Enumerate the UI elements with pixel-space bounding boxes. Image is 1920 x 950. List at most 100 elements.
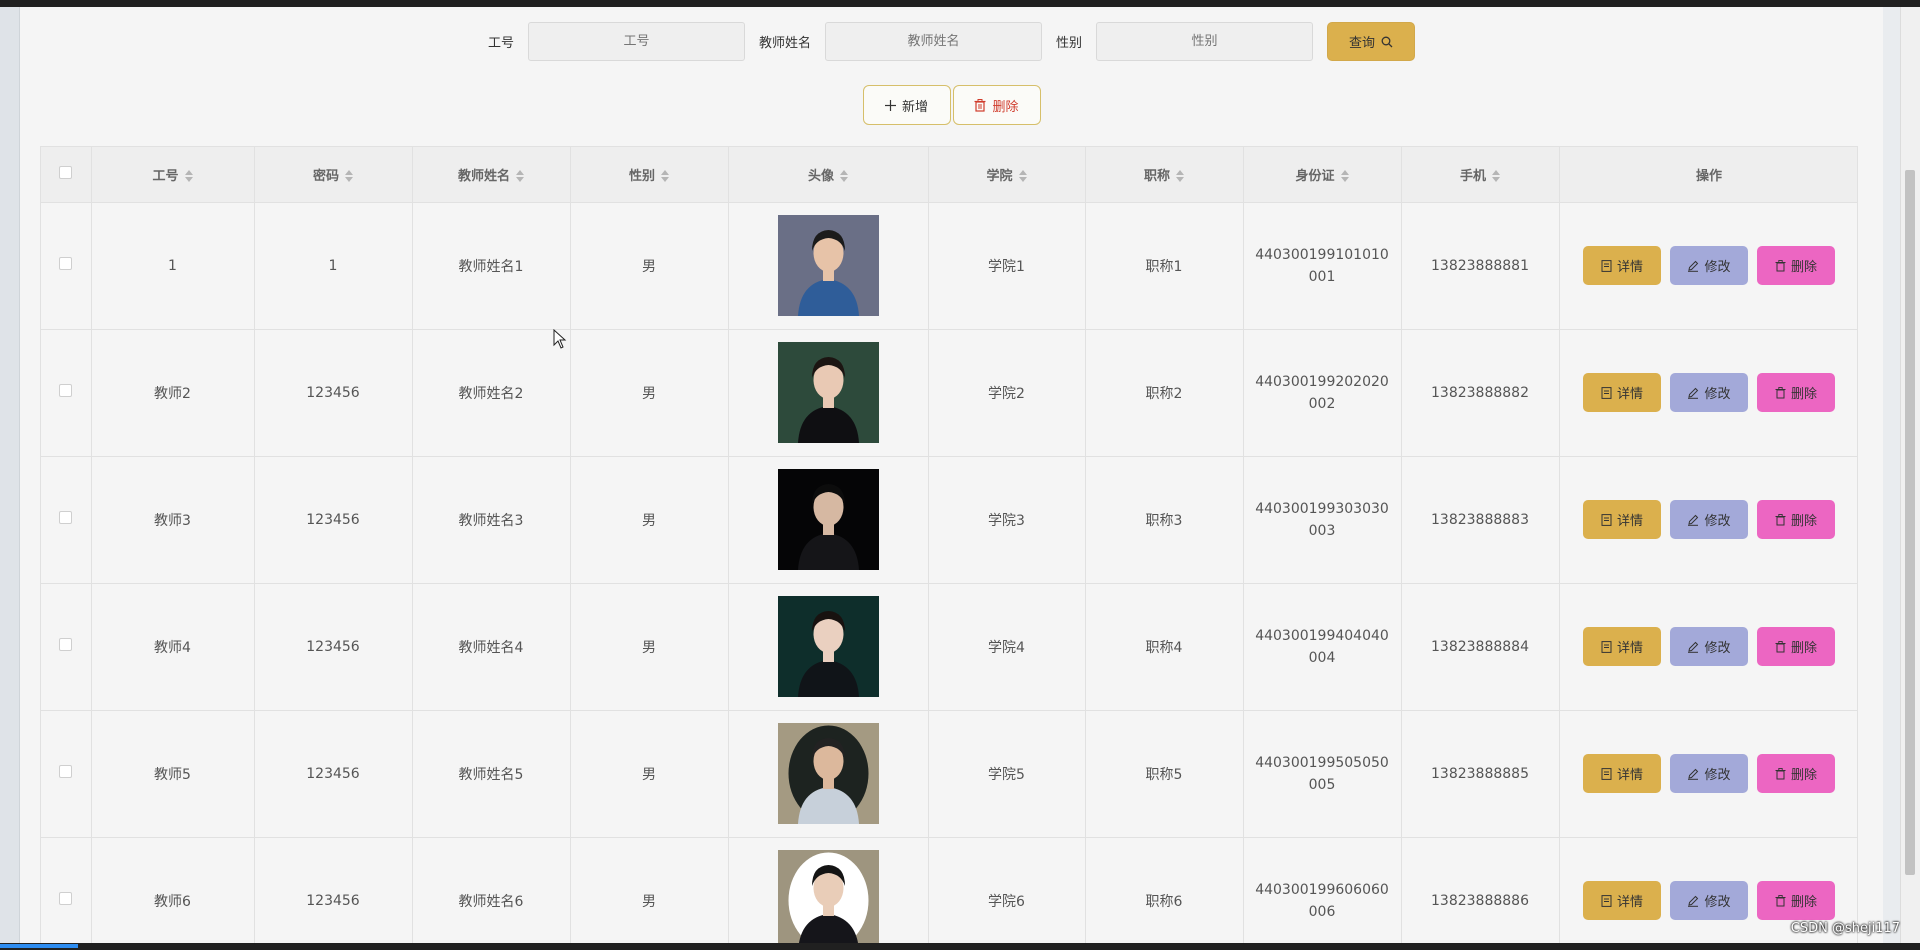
avatar[interactable]	[777, 596, 879, 697]
header-phone[interactable]: 手机	[1401, 147, 1560, 203]
table-row: 教师5 123456 教师姓名5 男 学院5 职称5 4403001995050…	[41, 710, 1857, 838]
cell-id: 教师6	[91, 837, 255, 949]
row-checkbox[interactable]	[59, 384, 73, 397]
search-gender-input[interactable]	[1096, 22, 1314, 61]
row-select-cell[interactable]	[41, 583, 92, 711]
sort-icon[interactable]	[1018, 170, 1027, 183]
delete-button-label: 删除	[1790, 513, 1817, 528]
sort-icon[interactable]	[516, 170, 524, 183]
trash-icon	[974, 98, 986, 112]
document-icon	[1601, 513, 1612, 526]
avatar[interactable]	[777, 850, 879, 950]
search-name-input[interactable]	[825, 22, 1042, 61]
main-content: 工号 教师姓名 性别 查询 新增 删除	[20, 7, 1883, 950]
idcard-text: 440300199303030003	[1255, 500, 1389, 539]
cell-idcard: 440300199606060006	[1243, 837, 1402, 949]
cell-gender: 男	[570, 583, 729, 711]
sort-icon[interactable]	[184, 170, 193, 183]
sort-icon[interactable]	[345, 170, 353, 183]
header-id[interactable]: 工号	[91, 147, 255, 203]
trash-icon	[1775, 640, 1786, 652]
cell-college: 学院6	[928, 837, 1086, 949]
sort-icon[interactable]	[840, 170, 848, 183]
delete-button[interactable]: 删除	[1757, 500, 1835, 539]
edit-button[interactable]: 修改	[1670, 373, 1748, 412]
sort-icon[interactable]	[1492, 170, 1500, 183]
detail-button[interactable]: 详情	[1583, 246, 1661, 285]
delete-button[interactable]: 删除	[1757, 246, 1835, 285]
cell-password: 1	[254, 202, 413, 330]
edit-button-label: 修改	[1704, 894, 1731, 909]
document-icon	[1601, 640, 1612, 653]
cell-name: 教师姓名6	[412, 837, 571, 949]
search-id-label: 工号	[487, 36, 514, 51]
row-select-cell[interactable]	[41, 456, 92, 584]
cell-phone: 13823888886	[1401, 837, 1560, 949]
row-select-cell[interactable]	[41, 837, 92, 949]
header-select-all[interactable]	[41, 147, 92, 203]
table-header-row: 工号 密码 教师姓名 性别 头像 学院 职称 身份证 手机 操作	[41, 147, 1857, 203]
delete-button[interactable]: 删除	[1757, 754, 1835, 793]
row-checkbox[interactable]	[59, 257, 73, 270]
cell-operations: 详情 修改 删除	[1559, 329, 1857, 457]
teacher-table: 工号 密码 教师姓名 性别 头像 学院 职称 身份证 手机 操作 1 1 教师姓…	[40, 146, 1858, 950]
cell-phone: 13823888883	[1401, 456, 1560, 584]
cell-avatar	[728, 202, 929, 330]
row-checkbox[interactable]	[59, 638, 73, 651]
avatar[interactable]	[777, 342, 879, 443]
header-avatar[interactable]: 头像	[728, 147, 929, 203]
search-id-input[interactable]	[527, 22, 745, 61]
delete-button[interactable]: 删除	[1757, 881, 1835, 920]
action-bar: 新增 删除	[20, 85, 1883, 125]
trash-icon	[1775, 259, 1786, 271]
delete-button-label: 删除	[1790, 894, 1817, 909]
row-select-cell[interactable]	[41, 329, 92, 457]
edit-button[interactable]: 修改	[1670, 754, 1748, 793]
header-gender[interactable]: 性别	[570, 147, 729, 203]
delete-button[interactable]: 删除	[1757, 373, 1835, 412]
detail-button[interactable]: 详情	[1583, 373, 1661, 412]
edit-button[interactable]: 修改	[1670, 881, 1748, 920]
document-icon	[1601, 386, 1612, 399]
scrollbar-thumb[interactable]	[1905, 170, 1915, 875]
cell-id: 1	[91, 202, 255, 330]
edit-button[interactable]: 修改	[1670, 627, 1748, 666]
header-idcard[interactable]: 身份证	[1243, 147, 1402, 203]
detail-button[interactable]: 详情	[1583, 627, 1661, 666]
sort-icon[interactable]	[1176, 170, 1184, 183]
query-button[interactable]: 查询	[1327, 22, 1416, 61]
avatar[interactable]	[777, 469, 879, 570]
cell-gender: 男	[570, 329, 729, 457]
trash-icon	[1775, 894, 1786, 906]
sort-icon[interactable]	[661, 170, 669, 183]
left-strip	[0, 7, 20, 943]
batch-delete-button[interactable]: 删除	[952, 85, 1041, 125]
cell-operations: 详情 修改 删除	[1559, 456, 1857, 584]
avatar[interactable]	[777, 723, 879, 824]
edit-icon	[1688, 387, 1699, 399]
sort-icon[interactable]	[1340, 170, 1349, 183]
edit-button[interactable]: 修改	[1670, 246, 1748, 285]
edit-button[interactable]: 修改	[1670, 500, 1748, 539]
cell-avatar	[728, 329, 929, 457]
detail-button[interactable]: 详情	[1583, 881, 1661, 920]
row-checkbox[interactable]	[59, 892, 73, 905]
select-all-checkbox[interactable]	[59, 165, 73, 179]
cell-gender: 男	[570, 837, 729, 949]
detail-button[interactable]: 详情	[1583, 754, 1661, 793]
trash-icon	[1775, 386, 1786, 398]
row-select-cell[interactable]	[41, 202, 92, 330]
header-name[interactable]: 教师姓名	[412, 147, 571, 203]
header-title[interactable]: 职称	[1085, 147, 1244, 203]
detail-button[interactable]: 详情	[1583, 500, 1661, 539]
delete-button[interactable]: 删除	[1757, 627, 1835, 666]
window-bottom-bar	[0, 943, 1920, 950]
row-select-cell[interactable]	[41, 710, 92, 838]
avatar[interactable]	[777, 215, 879, 316]
cell-college: 学院3	[928, 456, 1086, 584]
header-college[interactable]: 学院	[928, 147, 1086, 203]
row-checkbox[interactable]	[59, 511, 73, 524]
row-checkbox[interactable]	[59, 765, 73, 778]
add-button[interactable]: 新增	[862, 85, 951, 125]
header-password[interactable]: 密码	[254, 147, 413, 203]
